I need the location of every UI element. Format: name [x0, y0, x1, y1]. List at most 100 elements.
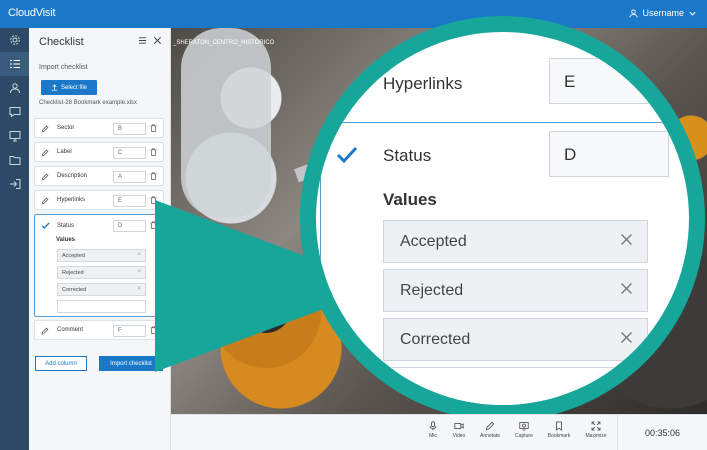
- pencil-icon[interactable]: [41, 173, 49, 181]
- zoom-hyperlinks-value: E: [549, 58, 669, 104]
- row-column-field[interactable]: F: [113, 325, 146, 337]
- video-button[interactable]: Video: [444, 421, 474, 439]
- left-rail: [0, 28, 29, 450]
- row-column-field[interactable]: E: [113, 195, 146, 207]
- rail-screen[interactable]: [0, 124, 29, 148]
- zoom-divider: [316, 122, 689, 123]
- column-row-comment: Comment F: [34, 320, 164, 340]
- remove-icon[interactable]: ×: [137, 286, 141, 292]
- row-column-field[interactable]: D: [113, 220, 146, 232]
- values-title: Values: [56, 237, 76, 243]
- trash-icon[interactable]: [150, 148, 157, 156]
- exit-icon: [9, 179, 20, 189]
- zoom-chip-label: Rejected: [400, 282, 464, 299]
- add-column-button[interactable]: Add column: [35, 356, 87, 371]
- trash-icon[interactable]: [150, 172, 157, 180]
- pencil-icon[interactable]: [41, 327, 49, 335]
- maximize-button[interactable]: Maximize: [581, 421, 611, 439]
- magnifier-lens: Hyperlinks E Status D Values Accepted Re…: [316, 32, 689, 405]
- remove-icon[interactable]: ×: [137, 252, 141, 258]
- zoom-values-title: Values: [383, 190, 437, 209]
- call-timer: 00:35:06: [617, 415, 707, 450]
- username-label: Username: [642, 8, 684, 18]
- rail-settings[interactable]: [0, 28, 29, 52]
- zoom-value-chip: Corrected: [383, 318, 648, 361]
- import-title: Import checklist: [39, 64, 88, 71]
- row-column-field[interactable]: A: [113, 171, 146, 183]
- row-label: Comment: [57, 327, 84, 333]
- chip-label: Rejected: [62, 270, 84, 276]
- zoom-value-chip: Rejected: [383, 269, 648, 312]
- pencil-icon[interactable]: [41, 197, 49, 205]
- column-row-sector: Sector B: [34, 118, 164, 138]
- column-row-hyperlinks: Hyperlinks E: [34, 190, 164, 210]
- user-menu[interactable]: Username: [629, 8, 697, 18]
- select-file-label: Select file: [60, 84, 87, 91]
- row-label: Status: [57, 223, 75, 229]
- chip-label: Accepted: [62, 253, 85, 259]
- zoom-divider: [320, 122, 321, 405]
- row-label: Label: [57, 149, 72, 155]
- microphone-icon: [429, 421, 437, 431]
- close-icon[interactable]: [153, 36, 162, 45]
- rail-users[interactable]: [0, 76, 29, 100]
- rail-folder[interactable]: [0, 148, 29, 172]
- row-label: Hyperlinks: [57, 197, 86, 203]
- menu-icon[interactable]: [138, 36, 147, 45]
- bookmark-button[interactable]: Bookmark: [544, 421, 574, 439]
- bookmark-icon: [556, 421, 562, 431]
- close-icon: [621, 283, 632, 294]
- chat-icon: [9, 107, 20, 118]
- zoom-value-chip: Accepted: [383, 220, 648, 263]
- zoom-hyperlinks-label: Hyperlinks: [383, 74, 463, 93]
- select-file-button[interactable]: Select file: [41, 80, 97, 95]
- import-checklist-button[interactable]: Import checklist: [99, 356, 163, 371]
- row-label: Description: [57, 173, 88, 179]
- maximize-icon: [591, 421, 601, 431]
- new-value-input[interactable]: [57, 300, 146, 313]
- column-row-status: Status D Values Accepted × Rejected × Corr…: [34, 214, 164, 317]
- rail-chat[interactable]: [0, 100, 29, 124]
- panel-actions: [138, 36, 162, 45]
- feed-caption: _SHERATON_CENTRO_HISTORICO: [173, 40, 275, 46]
- pencil-icon[interactable]: [41, 149, 49, 157]
- selected-filename: Checklist-28 Bookmark example.xlsx: [39, 100, 138, 106]
- checkmark-icon: [336, 146, 358, 164]
- value-chip: Rejected ×: [57, 266, 146, 279]
- tool-label: Capture: [515, 433, 533, 439]
- pencil-icon[interactable]: [41, 125, 49, 133]
- value-chip: Accepted ×: [57, 249, 146, 262]
- video-camera-icon: [454, 423, 464, 429]
- top-bar: CloudVisit Username: [0, 0, 707, 28]
- rail-checklist[interactable]: [0, 52, 29, 76]
- checkmark-icon[interactable]: [41, 221, 50, 230]
- panel-title: Checklist: [39, 36, 84, 48]
- trash-icon[interactable]: [150, 124, 157, 132]
- tool-label: Mic: [429, 433, 437, 439]
- row-label: Sector: [57, 125, 75, 131]
- row-column-field[interactable]: C: [113, 147, 146, 159]
- pencil-icon: [485, 421, 495, 431]
- rail-exit[interactable]: [0, 172, 29, 196]
- zoom-chip-label: Corrected: [400, 331, 471, 348]
- column-row-description: Description A: [34, 166, 164, 186]
- close-icon: [621, 234, 632, 245]
- remove-icon[interactable]: ×: [137, 269, 141, 275]
- feed-shape: [181, 28, 271, 218]
- chip-label: Corrected: [62, 287, 87, 293]
- column-row-label: Label C: [34, 142, 164, 162]
- call-toolbar: Mic Video Annotate Capture Bookmark Maxi…: [171, 414, 707, 450]
- tool-label: Annotate: [479, 433, 501, 439]
- user-icon: [629, 8, 639, 18]
- screen-icon: [9, 131, 20, 142]
- tool-label: Bookmark: [547, 433, 571, 439]
- upload-icon: [51, 84, 58, 91]
- app-window: CloudVisit Username Checklist Import che…: [0, 0, 707, 450]
- close-icon: [621, 332, 632, 343]
- settings-icon: [9, 35, 20, 45]
- capture-button[interactable]: Capture: [509, 421, 539, 439]
- annotate-button[interactable]: Annotate: [475, 421, 505, 439]
- tool-label: Video: [452, 433, 466, 439]
- row-column-field[interactable]: B: [113, 123, 146, 135]
- value-chip: Corrected ×: [57, 283, 146, 296]
